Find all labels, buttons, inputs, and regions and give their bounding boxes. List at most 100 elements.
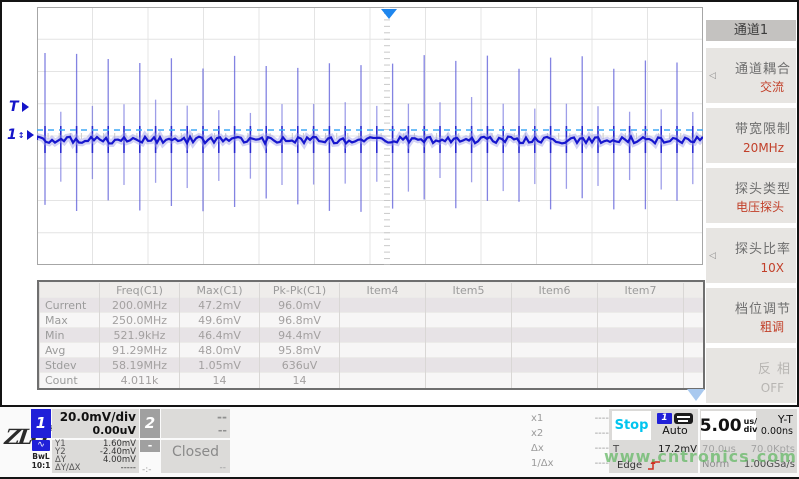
cursor-label: x2 (531, 426, 543, 441)
table-scroll-down-icon[interactable] (687, 389, 705, 401)
channel1-ground-marker[interactable]: 1 ↕ (7, 127, 34, 143)
timebase-scale: 5.00 (700, 416, 742, 436)
trigger-delay: 0.00ns (757, 426, 793, 438)
table-row-label: Avg (40, 343, 100, 358)
cursor-value: ----- (121, 465, 136, 473)
sidebar-panel-6[interactable]: 反 相 OFF (706, 348, 796, 403)
channel1-scale: 20.0mV/div (55, 410, 136, 424)
table-cell (426, 313, 512, 328)
table-cell (598, 343, 684, 358)
channel1-cursor-readout: Y11.60mVY2-2.40mVΔY4.00mVΔY/ΔX----- (52, 440, 139, 473)
table-cell (684, 373, 706, 388)
table-cell: 96.0mV (260, 298, 340, 313)
table-cell (426, 358, 512, 373)
table-cell (684, 313, 706, 328)
updown-arrow-icon: ↕ (18, 131, 25, 140)
table-cell (684, 358, 706, 373)
timebase-button[interactable]: 5.00 us/ div (701, 411, 756, 440)
table-cell: 14 (180, 373, 260, 388)
sidebar-menu: 通道1 ◁ 通道耦合交流带宽限制20MHz探头类型电压探头◁探头比率10X档位调节… (706, 2, 797, 405)
panel-value: 交流 (760, 78, 784, 95)
channel1-flags: ∿ BwL 10:1 (31, 440, 51, 470)
cursor-value: ---- (595, 426, 609, 441)
table-cell: 91.29MHz (100, 343, 180, 358)
table-cell: 521.9kHz (100, 328, 180, 343)
table-row: Min521.9kHz46.4mV94.4mV (40, 328, 706, 343)
table-cell (340, 298, 426, 313)
sidebar-panel-3[interactable]: 探头类型电压探头 (706, 168, 796, 223)
table-row-label: Stdev (40, 358, 100, 373)
sidebar-title: 通道1 (706, 20, 796, 41)
table-header-cell: Pk-Pk(C1) (260, 283, 340, 298)
panel-label: 反 相 (758, 358, 791, 377)
table-cell (426, 328, 512, 343)
x-cursor-readout: x1 ----x2 ----Δx ---- 1/Δx---- (531, 411, 609, 471)
trigger-coupling-icon (674, 413, 693, 424)
trigger-mode-label: Auto (653, 424, 697, 438)
table-cell (512, 313, 598, 328)
trigger-level-marker[interactable]: T (9, 99, 29, 115)
table-cell (426, 343, 512, 358)
cursor-label: Δx (531, 441, 544, 456)
run-state-button[interactable]: Stop (612, 411, 651, 440)
table-cell: 14 (260, 373, 340, 388)
table-cell (512, 328, 598, 343)
panel-value: 20MHz (743, 141, 784, 155)
sidebar-panel-4[interactable]: ◁探头比率10X (706, 228, 796, 283)
table-row: Max250.0MHz49.6mV96.8mV (40, 313, 706, 328)
table-cell: 48.0mV (180, 343, 260, 358)
table-cell (598, 358, 684, 373)
channel2-badge: 2 (140, 409, 160, 438)
oscilloscope-screen: T 1 ↕ Freq(C1)Max(C1)Pk-Pk(C1)Item4Item5… (0, 0, 799, 479)
table-cell: 94.4mV (260, 328, 340, 343)
panel-label: 通道耦合 (735, 58, 791, 77)
status-bar: ZLG® 1 20.0mV/div 0.00uV ∿ BwL 10:1 Y11.… (0, 405, 799, 477)
table-cell: 47.2mV (180, 298, 260, 313)
trigger-arrow-icon (22, 102, 29, 112)
table-row-label: Count (40, 373, 100, 388)
table-header-cell: Max(C1) (180, 283, 260, 298)
submenu-arrow-icon: ◁ (709, 71, 716, 81)
table-cell (512, 373, 598, 388)
channel1-status-block[interactable]: 1 20.0mV/div 0.00uV ∿ BwL 10:1 Y11.60mVY… (31, 409, 139, 473)
channel2-scale: -- (164, 410, 227, 424)
cursor-label: 1/Δx (531, 456, 554, 471)
panel-value: OFF (761, 381, 784, 395)
table-header-cell: Item6 (512, 283, 598, 298)
table-cell: 200.0MHz (100, 298, 180, 313)
table-cell: 636uV (260, 358, 340, 373)
channel1-badge: 1 (31, 409, 51, 438)
trigger-level-label: T (9, 99, 19, 115)
table-row: Count4.011k1414 (40, 373, 706, 388)
table-cell: 58.19MHz (100, 358, 180, 373)
table-cell: 95.8mV (260, 343, 340, 358)
table-cell: 1.05mV (180, 358, 260, 373)
x-cursor-row: x2 ---- (531, 426, 609, 441)
cursor-value: ---- (595, 411, 609, 426)
table-row-label: Current (40, 298, 100, 313)
table-cell (426, 298, 512, 313)
sidebar-panel-2[interactable]: 带宽限制20MHz (706, 108, 796, 163)
trigger-position-marker[interactable] (381, 9, 397, 19)
trigger-source-badge: 1 (657, 413, 672, 424)
site-watermark: www.cntronics.com (604, 447, 797, 466)
channel1-scale-readout: 20.0mV/div 0.00uV (52, 409, 139, 438)
table-cell (684, 328, 706, 343)
channel2-corner-value: -- (220, 463, 227, 473)
table-cell (684, 298, 706, 313)
sidebar-panel-1[interactable]: ◁ 通道耦合交流 (706, 48, 796, 103)
measurement-table: Freq(C1)Max(C1)Pk-Pk(C1)Item4Item5Item6I… (37, 280, 705, 390)
table-header-row: Freq(C1)Max(C1)Pk-Pk(C1)Item4Item5Item6I… (40, 283, 706, 298)
cursor-label: x1 (531, 411, 543, 426)
x-cursor-row: 1/Δx---- (531, 456, 609, 471)
trigger-mode-button[interactable]: 1 Auto (653, 411, 697, 440)
channel2-status-block[interactable]: 2 -- -- - Closed -- -:- (140, 409, 230, 473)
channel2-bottom-readout: Closed -- (161, 440, 230, 473)
submenu-arrow-icon: ◁ (709, 251, 716, 261)
table-row-label: Min (40, 328, 100, 343)
channel1-offset: 0.00uV (55, 424, 136, 437)
sidebar-panel-5[interactable]: 档位调节粗调 (706, 288, 796, 343)
table-cell (598, 313, 684, 328)
table-cell (340, 313, 426, 328)
panel-value: 粗调 (760, 318, 784, 335)
